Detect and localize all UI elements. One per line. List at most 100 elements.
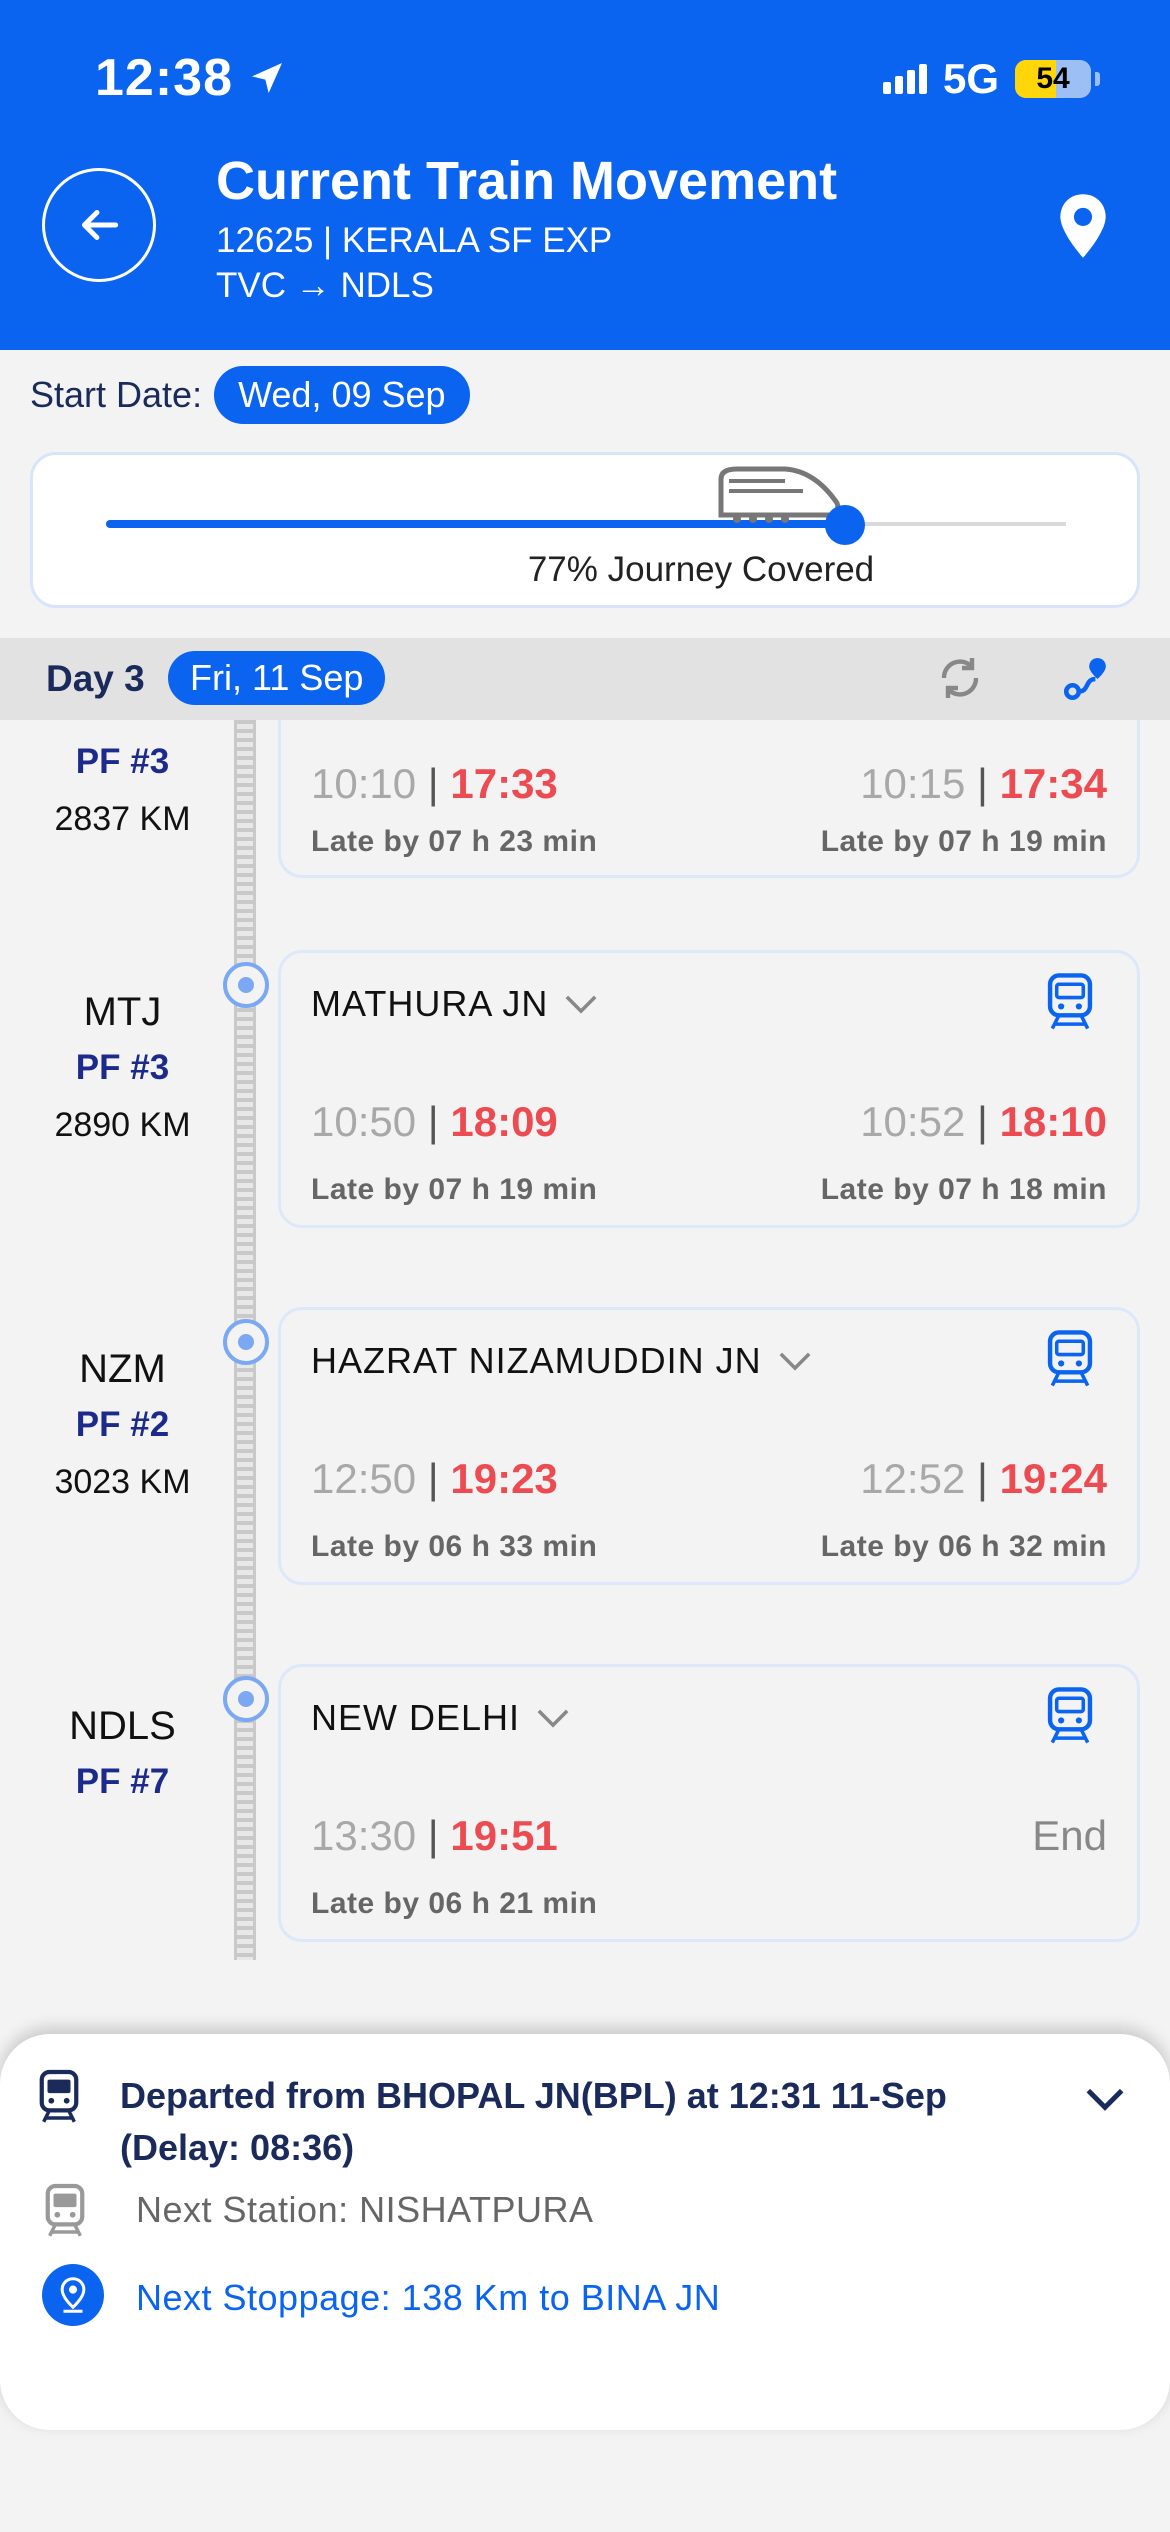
location-arrow-icon xyxy=(252,63,282,93)
station-name: NEW DELHI xyxy=(311,1697,521,1738)
arrival-scheduled: 10:50 xyxy=(311,1098,417,1145)
status-icons: 5G 54 xyxy=(882,55,1100,103)
status-bottom-sheet[interactable]: Departed from BHOPAL JN(BPL) at 12:31 11… xyxy=(0,2034,1170,2430)
stop-card[interactable]: 10:10 | 17:33 10:15 | 17:34 Late by 07 h… xyxy=(278,720,1140,878)
arrival-times: 10:50 | 18:09 xyxy=(311,1098,558,1146)
arrival-delay: Late by 07 h 19 min xyxy=(311,1173,598,1206)
platform-label: PF #3 xyxy=(75,742,170,781)
departure-delay: Late by 07 h 19 min xyxy=(820,825,1107,858)
chevron-down-icon xyxy=(1086,2088,1124,2111)
time-separator: | xyxy=(976,1098,988,1145)
route-button[interactable] xyxy=(1060,654,1110,709)
platform-label: PF #2 xyxy=(75,1405,170,1444)
chevron-down-icon xyxy=(565,995,597,1014)
arrival-delay: Late by 06 h 21 min xyxy=(311,1887,598,1920)
next-station-train-icon xyxy=(45,2183,85,2237)
start-date-picker[interactable]: Wed, 09 Sep xyxy=(214,366,470,424)
back-arrow-icon xyxy=(81,210,119,240)
back-button[interactable] xyxy=(42,168,156,282)
app-header: 12:38 5G 54 Current Train Movement 12625… xyxy=(0,0,1170,350)
page-title: Current Train Movement xyxy=(216,151,838,211)
arrival-times: 10:10 | 17:33 xyxy=(311,760,558,808)
signal-icon xyxy=(882,64,927,94)
status-time-text: 12:38 xyxy=(95,49,233,107)
map-button[interactable] xyxy=(1055,192,1111,265)
battery-level: 54 xyxy=(1036,62,1070,95)
arrival-times: 12:50 | 19:23 xyxy=(311,1455,558,1503)
time-separator: | xyxy=(427,1812,439,1859)
arrival-actual: 18:09 xyxy=(450,1098,558,1145)
refresh-button[interactable] xyxy=(936,654,984,707)
arrival-scheduled: 12:50 xyxy=(311,1455,417,1502)
station-train-icon xyxy=(1047,973,1093,1030)
time-separator: | xyxy=(976,760,988,807)
stop-row: NDLS PF #7 NEW DELHI 13:30 | 19:51 End L… xyxy=(0,1664,1170,1974)
train-info: 12625 | KERALA SF EXP TVC → NDLS xyxy=(216,218,612,308)
departure-times: 10:15 | 17:34 xyxy=(860,760,1107,808)
station-node xyxy=(223,962,269,1008)
departure-scheduled: 10:52 xyxy=(860,1098,966,1145)
station-name-toggle[interactable]: MATHURA JN xyxy=(311,983,598,1025)
start-date-row: Start Date: Wed, 09 Sep xyxy=(30,366,470,424)
arrival-delay: Late by 06 h 33 min xyxy=(311,1530,598,1563)
route-icon xyxy=(1063,658,1106,701)
departure-scheduled: 10:15 xyxy=(860,760,966,807)
battery-icon: 54 xyxy=(1015,60,1091,98)
day-bar: Day 3 Fri, 11 Sep xyxy=(0,638,1170,720)
arrival-scheduled: 10:10 xyxy=(311,760,417,807)
station-name: MATHURA JN xyxy=(311,983,549,1024)
stop-row: PF #3 2837 KM 10:10 | 17:33 10:15 | 17:3… xyxy=(0,720,1170,880)
departure-actual: 19:24 xyxy=(999,1455,1107,1502)
distance-label: 3023 KM xyxy=(54,1463,191,1501)
collapse-button[interactable] xyxy=(1085,2086,1125,2117)
station-name: HAZRAT NIZAMUDDIN JN xyxy=(311,1340,762,1381)
network-label: 5G xyxy=(942,55,999,102)
departure-actual: 18:10 xyxy=(999,1098,1107,1145)
departed-status: Departed from BHOPAL JN(BPL) at 12:31 11… xyxy=(120,2075,947,2168)
station-node xyxy=(223,1676,269,1722)
refresh-icon xyxy=(941,658,979,698)
stop-card[interactable]: HAZRAT NIZAMUDDIN JN 12:50 | 19:23 12:52… xyxy=(278,1307,1140,1585)
stop-card[interactable]: NEW DELHI 13:30 | 19:51 End Late by 06 h… xyxy=(278,1664,1140,1942)
arrival-actual: 17:33 xyxy=(450,760,558,807)
station-name-toggle[interactable]: HAZRAT NIZAMUDDIN JN xyxy=(311,1340,812,1382)
station-name-toggle[interactable]: NEW DELHI xyxy=(311,1697,570,1739)
time-separator: | xyxy=(427,1098,439,1145)
station-node xyxy=(223,1319,269,1365)
train-number-name: 12625 | KERALA SF EXP xyxy=(216,221,613,260)
timeline[interactable]: PF #3 2837 KM 10:10 | 17:33 10:15 | 17:3… xyxy=(0,720,1170,1980)
departure-delay: Late by 07 h 18 min xyxy=(820,1173,1107,1206)
time-separator: | xyxy=(976,1455,988,1502)
start-date-label: Start Date: xyxy=(30,374,203,415)
stop-row: NZM PF #2 3023 KM HAZRAT NIZAMUDDIN JN 1… xyxy=(0,1307,1170,1617)
journey-end-label: End xyxy=(1032,1812,1107,1859)
journey-progress-card: 77% Journey Covered xyxy=(30,452,1140,608)
day-label: Day 3 xyxy=(46,658,145,699)
station-train-icon xyxy=(1047,1330,1093,1387)
station-code: NZM xyxy=(79,1347,166,1391)
platform-label: PF #7 xyxy=(75,1762,170,1801)
station-train-icon xyxy=(1047,1687,1093,1744)
departure-delay: Late by 06 h 32 min xyxy=(820,1530,1107,1563)
day-date-pill[interactable]: Fri, 11 Sep xyxy=(168,651,386,705)
stop-card[interactable]: MATHURA JN 10:50 | 18:09 10:52 | 18:10 L… xyxy=(278,950,1140,1228)
arrival-scheduled: 13:30 xyxy=(311,1812,417,1859)
chevron-down-icon xyxy=(537,1709,569,1728)
stoppage-pin-icon xyxy=(42,2264,104,2326)
time-separator: | xyxy=(427,1455,439,1502)
arrival-times: 13:30 | 19:51 xyxy=(311,1812,558,1860)
progress-label: 77% Journey Covered xyxy=(527,550,875,589)
status-time: 12:38 xyxy=(95,48,287,108)
progress-knob xyxy=(825,505,866,545)
station-code: MTJ xyxy=(83,990,162,1034)
departure-times: 12:52 | 19:24 xyxy=(860,1455,1107,1503)
next-stoppage: Next Stoppage: 138 Km to BINA JN xyxy=(136,2277,721,2318)
platform-label: PF #3 xyxy=(75,1048,170,1087)
train-icon xyxy=(718,466,841,523)
stop-row: MTJ PF #3 2890 KM MATHURA JN 10:50 | 18:… xyxy=(0,950,1170,1260)
distance-label: 2890 KM xyxy=(54,1106,191,1144)
arrival-delay: Late by 07 h 23 min xyxy=(311,825,598,858)
departed-train-icon xyxy=(39,2069,79,2123)
arrival-actual: 19:51 xyxy=(450,1812,558,1859)
departure-scheduled: 12:52 xyxy=(860,1455,966,1502)
